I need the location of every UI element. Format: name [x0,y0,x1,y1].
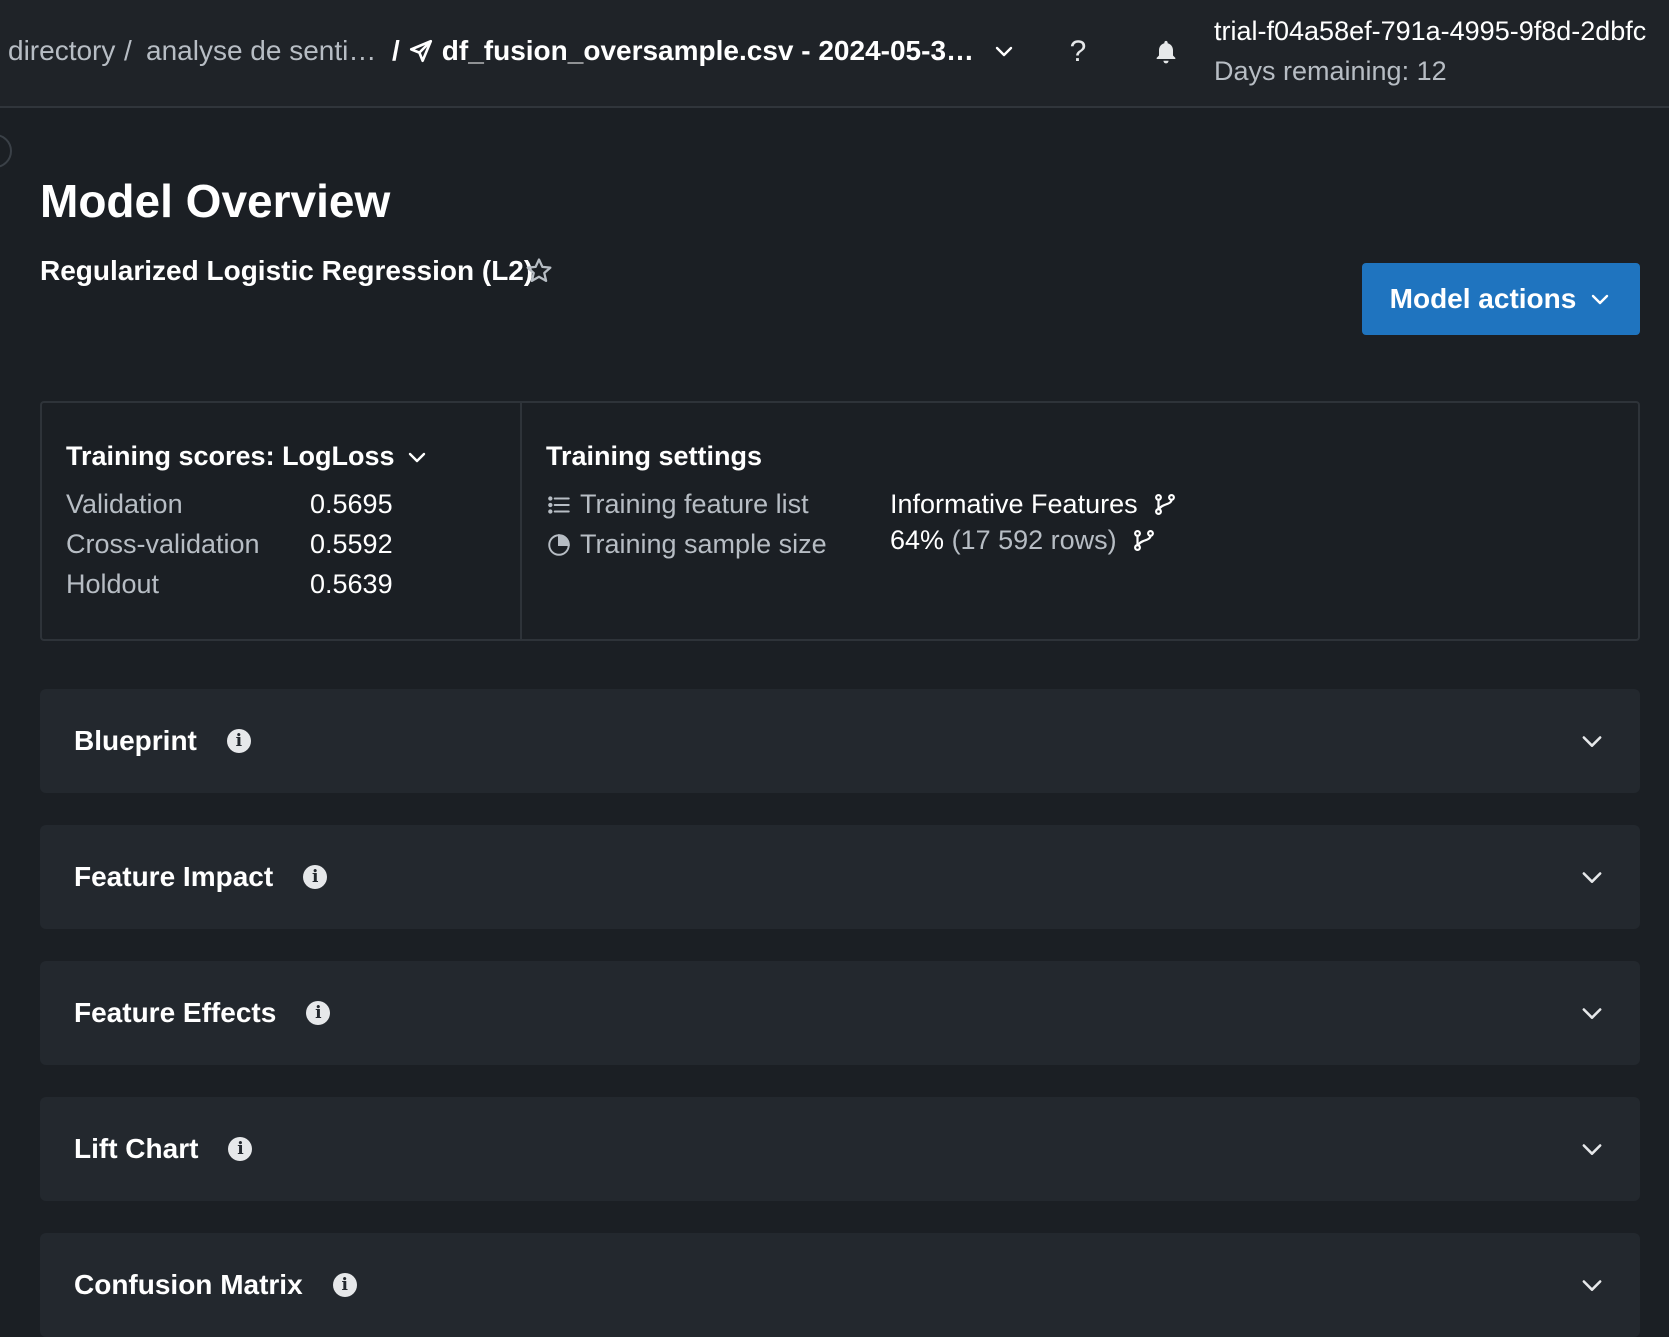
info-icon[interactable]: i [332,1273,357,1297]
pie-icon [548,533,570,556]
score-label-holdout: Holdout [66,569,160,599]
training-scores-heading: Training scores: LogLoss [66,441,395,471]
info-icon[interactable]: i [226,729,251,753]
info-icon[interactable]: i [303,865,328,889]
section-title: Lift Chart [74,1133,199,1164]
chevron-down-icon[interactable] [1578,999,1606,1027]
score-label-validation: Validation [66,489,183,519]
training-sample-size-text: Training sample size [580,529,827,559]
training-sample-size-value: 64% (17 592 rows) [890,525,1157,556]
sidebar-toggle[interactable] [0,134,12,168]
model-name: Regularized Logistic Regression (L2) [40,255,534,286]
feature-list-name: Informative Features [890,489,1138,519]
section-lift-chart[interactable]: Lift Chart i [40,1097,1640,1201]
top-bar: directory / analyse de senti… / df_fusio… [0,0,1669,108]
chevron-down-icon[interactable] [1578,727,1606,755]
chevron-down-icon [408,452,425,462]
chevron-down-icon[interactable] [1578,863,1606,891]
score-value-cross-validation: 0.5592 [310,529,393,559]
breadcrumb-directory[interactable]: directory [8,35,115,67]
branch-icon[interactable] [1131,528,1157,554]
score-label-cross-validation: Cross-validation [66,529,260,559]
section-title: Feature Impact [74,861,274,892]
panel-divider [520,403,522,639]
list-icon [548,495,570,514]
sample-size-rows: (17 592 rows) [951,525,1117,555]
training-sample-size-label: Training sample size [546,529,827,560]
section-feature-effects[interactable]: Feature Effects i [40,961,1640,1065]
training-settings-heading: Training settings [546,441,763,471]
training-feature-list-value: Informative Features [890,489,1178,520]
branch-icon[interactable] [1152,492,1178,518]
score-value-validation: 0.5695 [310,489,393,519]
trial-id[interactable]: trial-f04a58ef-791a-4995-9f8d-2dbfc [1214,16,1646,47]
breadcrumb-separator: / [392,35,400,66]
chevron-down-icon[interactable] [1578,1271,1606,1299]
days-remaining: Days remaining: 12 [1214,56,1447,86]
model-actions-label: Model actions [1389,283,1577,314]
bell-icon[interactable] [1148,34,1184,70]
model-actions-button[interactable]: Model actions [1362,263,1640,335]
score-value-holdout: 0.5639 [310,569,393,599]
info-icon[interactable]: i [306,1001,331,1025]
section-title: Blueprint [74,725,197,756]
section-feature-impact[interactable]: Feature Impact i [40,825,1640,929]
help-icon[interactable]: ? [1060,34,1096,70]
section-blueprint[interactable]: Blueprint i [40,689,1640,793]
breadcrumb-project[interactable]: analyse de senti… [146,35,376,67]
section-confusion-matrix[interactable]: Confusion Matrix i [40,1233,1640,1337]
section-title: Feature Effects [74,997,277,1028]
breadcrumb-current-dataset[interactable]: / df_fusion_oversample.csv - 2024-05-3… [392,35,1024,67]
training-feature-list-label: Training feature list [546,489,809,520]
chevron-down-icon[interactable] [1578,1135,1606,1163]
star-icon[interactable] [524,256,554,286]
chevron-down-icon [1592,294,1609,305]
help-label: ? [1069,35,1087,68]
section-title: Confusion Matrix [74,1269,303,1300]
sample-size-percent: 64% [890,525,945,555]
bell-glyph [1156,40,1176,64]
info-icon[interactable]: i [228,1137,253,1161]
breadcrumb-separator: / [124,35,132,66]
training-panel: Training scores: LogLoss Validation 0.56… [40,401,1640,641]
training-feature-list-text: Training feature list [580,489,809,519]
breadcrumb-current-label: df_fusion_oversample.csv - 2024-05-3… [441,35,975,66]
chevron-down-icon[interactable] [992,39,1016,63]
send-icon [409,39,432,63]
training-scores-dropdown[interactable]: Training scores: LogLoss [66,441,429,472]
page-title: Model Overview [40,175,391,227]
